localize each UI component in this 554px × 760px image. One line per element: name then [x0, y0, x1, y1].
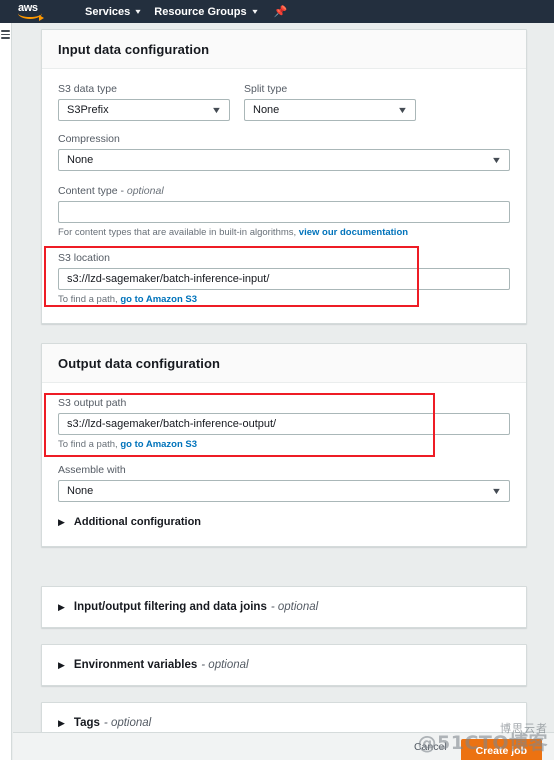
- card-body-input-data: S3 data type S3Prefix ▼ Split type None …: [42, 69, 526, 323]
- field-content-type: Content type - optional For content type…: [58, 185, 510, 238]
- select-s3-data-type-value: S3Prefix: [67, 104, 109, 116]
- field-s3-data-type: S3 data type S3Prefix ▼: [58, 83, 230, 121]
- link-go-to-amazon-s3[interactable]: go to Amazon S3: [120, 439, 197, 450]
- additional-configuration-label: Additional configuration: [73, 516, 202, 528]
- top-navigation-bar: aws Services ▾ Resource Groups ▾ 📌: [0, 0, 554, 23]
- card-environment-variables[interactable]: ▶ Environment variables - optional: [41, 644, 527, 686]
- hint-s3-output-path-text: To find a path,: [58, 439, 121, 450]
- s3-location-input[interactable]: [58, 268, 510, 290]
- label-s3-location: S3 location: [58, 252, 110, 264]
- select-s3-data-type[interactable]: S3Prefix ▼: [58, 99, 230, 121]
- card-output-data-configuration: Output data configuration S3 output path…: [41, 343, 527, 547]
- nav-resource-groups[interactable]: Resource Groups ▾: [147, 0, 263, 23]
- card-input-data-configuration: Input data configuration S3 data type S3…: [41, 29, 527, 324]
- form-footer: Cancel Create job: [13, 732, 554, 760]
- hint-s3-location-text: To find a path,: [58, 294, 121, 305]
- hint-s3-location: To find a path, go to Amazon S3: [58, 294, 510, 305]
- field-compression: Compression None ▼: [58, 133, 510, 171]
- hamburger-line: [1, 37, 10, 39]
- select-compression-value: None: [67, 154, 94, 166]
- expandable-environment-variables[interactable]: ▶ Environment variables - optional: [42, 645, 526, 685]
- row-datatype-splittype: S3 data type S3Prefix ▼ Split type None …: [58, 83, 510, 121]
- create-job-button[interactable]: Create job: [460, 738, 542, 760]
- card-header-output-data: Output data configuration: [42, 344, 526, 383]
- select-assemble-with-value: None: [67, 485, 94, 497]
- left-rail: [0, 23, 12, 760]
- expandable-optional: - optional: [201, 659, 249, 671]
- hamburger-line: [1, 33, 10, 35]
- page-scroll-area: Input data configuration S3 data type S3…: [13, 23, 554, 760]
- label-content-type-text: Content type -: [58, 185, 127, 197]
- select-split-type[interactable]: None ▼: [244, 99, 416, 121]
- select-split-type-value: None: [253, 104, 280, 116]
- page-title-output-data: Output data configuration: [58, 356, 221, 371]
- label-s3-output-path: S3 output path: [58, 397, 127, 409]
- nav-services-label: Services: [85, 5, 131, 18]
- expandable-label: Input/output filtering and data joins: [73, 601, 267, 613]
- aws-smile-icon: [18, 12, 44, 21]
- select-assemble-with[interactable]: None ▼: [58, 480, 510, 502]
- pin-icon[interactable]: 📌: [274, 0, 288, 23]
- label-content-type-optional: optional: [126, 185, 164, 197]
- chevron-down-icon: ▼: [396, 104, 409, 115]
- content-type-input[interactable]: [58, 201, 510, 223]
- triangle-right-icon: ▶: [58, 601, 65, 612]
- page-title-input-data: Input data configuration: [58, 42, 210, 57]
- link-go-to-amazon-s3[interactable]: go to Amazon S3: [120, 294, 197, 305]
- label-s3-data-type: S3 data type: [58, 83, 117, 95]
- card-header-input-data: Input data configuration: [42, 30, 526, 69]
- additional-configuration-toggle[interactable]: ▶ Additional configuration: [58, 516, 510, 528]
- hint-s3-output-path: To find a path, go to Amazon S3: [58, 439, 510, 450]
- chevron-down-icon: ▾: [251, 7, 258, 16]
- triangle-right-icon: ▶: [58, 717, 65, 728]
- label-split-type: Split type: [244, 83, 288, 95]
- expandable-label: Environment variables: [73, 659, 198, 671]
- card-body-output-data: S3 output path To find a path, go to Ama…: [42, 383, 526, 546]
- cancel-button[interactable]: Cancel: [414, 741, 447, 753]
- label-compression: Compression: [58, 133, 120, 145]
- hamburger-line: [1, 30, 10, 32]
- chevron-down-icon: ▾: [135, 7, 141, 16]
- field-split-type: Split type None ▼: [244, 83, 416, 121]
- hamburger-menu-icon[interactable]: [1, 30, 10, 39]
- expandable-optional: - optional: [103, 717, 152, 729]
- field-s3-output-path: S3 output path To find a path, go to Ama…: [58, 397, 510, 450]
- hint-content-type-text: For content types that are available in …: [58, 227, 299, 238]
- s3-output-path-input[interactable]: [58, 413, 510, 435]
- nav-resource-groups-label: Resource Groups: [154, 5, 247, 18]
- chevron-down-icon: ▼: [490, 485, 503, 496]
- nav-services[interactable]: Services ▾: [78, 0, 147, 23]
- link-view-documentation[interactable]: view our documentation: [299, 227, 408, 238]
- expandable-label: Tags: [73, 717, 100, 729]
- expandable-optional: - optional: [270, 601, 319, 613]
- label-content-type: Content type - optional: [58, 185, 510, 197]
- chevron-down-icon: ▼: [210, 104, 223, 115]
- chevron-down-icon: ▼: [490, 154, 503, 165]
- field-assemble-with: Assemble with None ▼: [58, 464, 510, 502]
- expandable-input-output-filtering[interactable]: ▶ Input/output filtering and data joins …: [42, 587, 526, 627]
- select-compression[interactable]: None ▼: [58, 149, 510, 171]
- aws-logo[interactable]: aws: [18, 2, 50, 22]
- card-input-output-filtering[interactable]: ▶ Input/output filtering and data joins …: [41, 586, 527, 628]
- hint-content-type: For content types that are available in …: [58, 227, 510, 238]
- triangle-right-icon: ▶: [58, 516, 65, 527]
- triangle-right-icon: ▶: [58, 659, 65, 670]
- label-assemble-with: Assemble with: [58, 464, 126, 476]
- field-s3-location: S3 location To find a path, go to Amazon…: [58, 252, 510, 305]
